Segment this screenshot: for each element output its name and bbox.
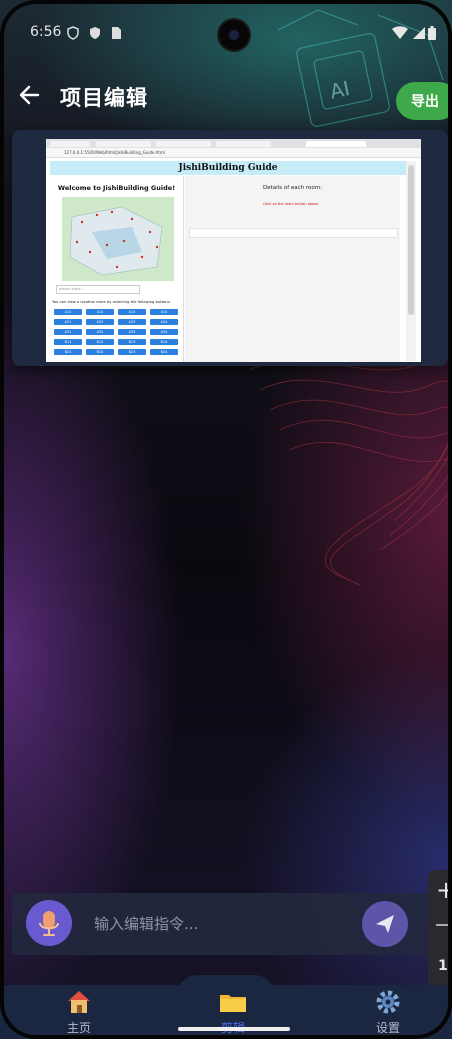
campus-map-image (62, 197, 174, 281)
room-button: B13 (118, 339, 146, 345)
zoom-out-icon[interactable] (436, 924, 452, 926)
security-badge-icon (90, 27, 100, 39)
browser-url: 127.0.0.1:5500/Web/html/JishiBuilding_Gu… (46, 148, 421, 158)
preview-room-buttons: A11 A12 A13 A14 A21 A22 A23 A24 A31 A32 … (54, 309, 182, 355)
room-button: B23 (118, 349, 146, 355)
room-button: A32 (86, 329, 114, 335)
preview-divider (183, 176, 184, 362)
page-title: 项目编辑 (60, 86, 148, 110)
browser-tabs (46, 139, 421, 148)
nav-label-home: 主页 (66, 1021, 91, 1035)
send-icon (376, 915, 394, 933)
room-button: A11 (54, 309, 82, 315)
edit-command-input[interactable] (92, 909, 356, 939)
topographic-lines-graphic (249, 354, 452, 586)
home-icon (68, 991, 90, 1013)
room-button: B11 (54, 339, 82, 345)
preview-scrollbar (406, 161, 416, 361)
front-camera (219, 20, 249, 50)
aspect-ratio-label[interactable]: 1: (438, 958, 452, 974)
gesture-home-bar[interactable] (178, 1027, 290, 1031)
room-button: A13 (118, 309, 146, 315)
nav-label-settings: 设置 (375, 1021, 400, 1035)
preview-select-prompt: You can view a location more by selectin… (52, 300, 171, 304)
battery-icon (428, 26, 436, 40)
room-button: B24 (150, 349, 178, 355)
send-button[interactable] (362, 901, 408, 947)
wifi-icon (392, 26, 408, 39)
arrow-left-icon (19, 85, 40, 105)
preview-page-title: JishiBuilding Guide (50, 161, 406, 175)
preview-screenshot: 127.0.0.1:5500/Web/html/JishiBuilding_Gu… (46, 139, 421, 362)
preview-details-heading: Details of each room: (263, 185, 322, 191)
room-button: A21 (54, 319, 82, 325)
room-button: A12 (86, 309, 114, 315)
svg-text:AI: AI (328, 76, 352, 104)
room-button: A22 (86, 319, 114, 325)
room-button: A23 (118, 319, 146, 325)
back-button[interactable] (16, 82, 46, 110)
preview-right-pane: Details of each room: Click on the room … (185, 176, 400, 362)
sim-card-icon (112, 27, 121, 39)
signal-icon (413, 27, 425, 39)
shield-icon (67, 26, 79, 40)
preview-details-box (189, 228, 398, 238)
preview-welcome: Welcome to JishiBuilding Guide! (57, 184, 176, 192)
command-bar (12, 893, 452, 955)
room-button: B12 (86, 339, 114, 345)
room-button: B14 (150, 339, 178, 345)
room-button: A14 (150, 309, 178, 315)
export-button[interactable]: 导出 (396, 82, 452, 120)
room-button: A34 (150, 329, 178, 335)
zoom-in-icon[interactable]: + (436, 876, 452, 904)
room-button: B21 (54, 349, 82, 355)
status-time: 6:56 (30, 24, 62, 40)
preview-red-note: Click on the room button above (263, 202, 319, 206)
room-button: A24 (150, 319, 178, 325)
nav-item-settings[interactable]: 设置 (343, 985, 433, 1039)
room-button: B22 (86, 349, 114, 355)
gear-icon (376, 990, 400, 1014)
preview-left-pane: Welcome to JishiBuilding Guide! please i… (50, 176, 183, 362)
room-button: A33 (118, 329, 146, 335)
project-preview-card[interactable]: 127.0.0.1:5500/Web/html/JishiBuilding_Gu… (12, 130, 448, 366)
nav-item-home[interactable]: 主页 (34, 985, 124, 1039)
microphone-icon (39, 911, 59, 936)
voice-button[interactable] (26, 900, 72, 946)
preview-search-input: please input... (56, 285, 140, 294)
folder-icon (220, 995, 246, 1012)
room-button: A31 (54, 329, 82, 335)
